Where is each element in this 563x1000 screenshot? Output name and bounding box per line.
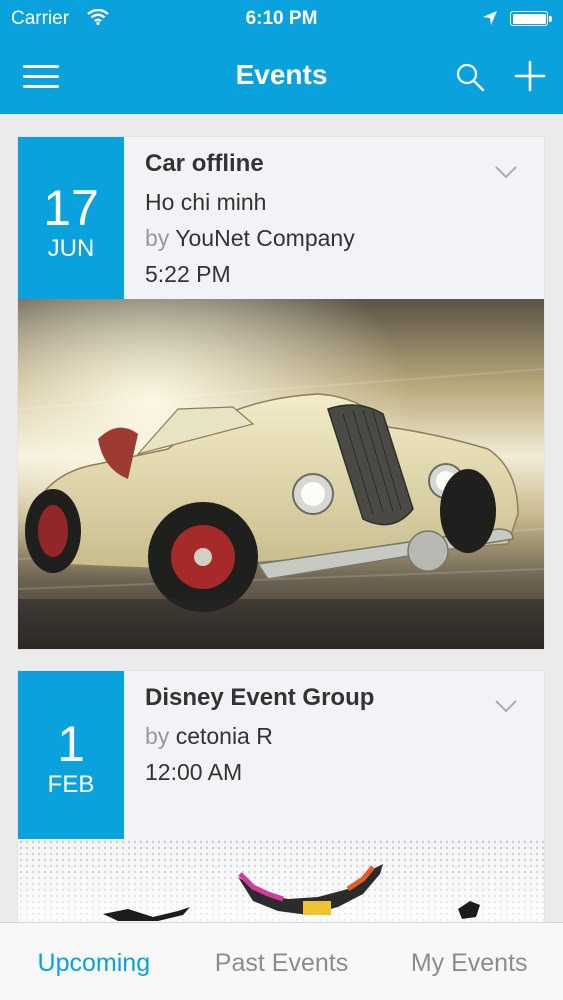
event-card-header[interactable]: 17 JUN Car offline Ho chi minh by YouNet…: [18, 137, 544, 299]
event-organizer-line: by YouNet Company: [145, 225, 494, 252]
event-location: Ho chi minh: [145, 189, 267, 215]
event-title: Disney Event Group: [145, 684, 375, 711]
event-photo[interactable]: [18, 839, 544, 922]
by-label: by: [145, 723, 170, 749]
event-date: 1 FEB: [18, 671, 124, 839]
chevron-down-icon[interactable]: [494, 165, 518, 179]
status-bar: Carrier 6:10 PM: [0, 0, 563, 38]
event-card[interactable]: 1 FEB Disney Event Group by cetonia R 12…: [17, 670, 545, 922]
location-arrow-icon: [483, 11, 497, 25]
event-info: Car offline Ho chi minh by YouNet Compan…: [145, 150, 494, 297]
tab-upcoming[interactable]: Upcoming: [0, 923, 188, 1000]
event-card-header[interactable]: 1 FEB Disney Event Group by cetonia R 12…: [18, 671, 544, 839]
tab-bar: Upcoming Past Events My Events: [0, 922, 563, 1000]
event-organizer: YouNet Company: [175, 225, 355, 251]
tab-past-events[interactable]: Past Events: [188, 923, 376, 1000]
event-card[interactable]: 17 JUN Car offline Ho chi minh by YouNet…: [17, 136, 545, 650]
event-organizer: cetonia R: [175, 723, 273, 749]
event-photo[interactable]: [18, 299, 544, 649]
event-day: 17: [43, 180, 99, 236]
event-title: Car offline: [145, 150, 264, 177]
event-day: 1: [57, 716, 85, 772]
clock: 6:10 PM: [245, 8, 318, 29]
event-organizer-line: by cetonia R: [145, 723, 494, 750]
event-time: 5:22 PM: [145, 261, 231, 287]
event-date: 17 JUN: [18, 137, 124, 299]
add-icon[interactable]: [514, 60, 546, 92]
event-list[interactable]: 17 JUN Car offline Ho chi minh by YouNet…: [0, 114, 563, 922]
chevron-down-icon[interactable]: [494, 699, 518, 713]
tab-my-events[interactable]: My Events: [375, 923, 563, 1000]
battery-icon: [510, 11, 552, 26]
search-icon[interactable]: [455, 62, 485, 92]
event-month: FEB: [47, 771, 95, 798]
nav-bar: Events: [0, 38, 563, 114]
event-time: 12:00 AM: [145, 759, 243, 785]
event-month: JUN: [47, 235, 95, 262]
event-info: Disney Event Group by cetonia R 12:00 AM: [145, 684, 494, 795]
by-label: by: [145, 225, 170, 251]
